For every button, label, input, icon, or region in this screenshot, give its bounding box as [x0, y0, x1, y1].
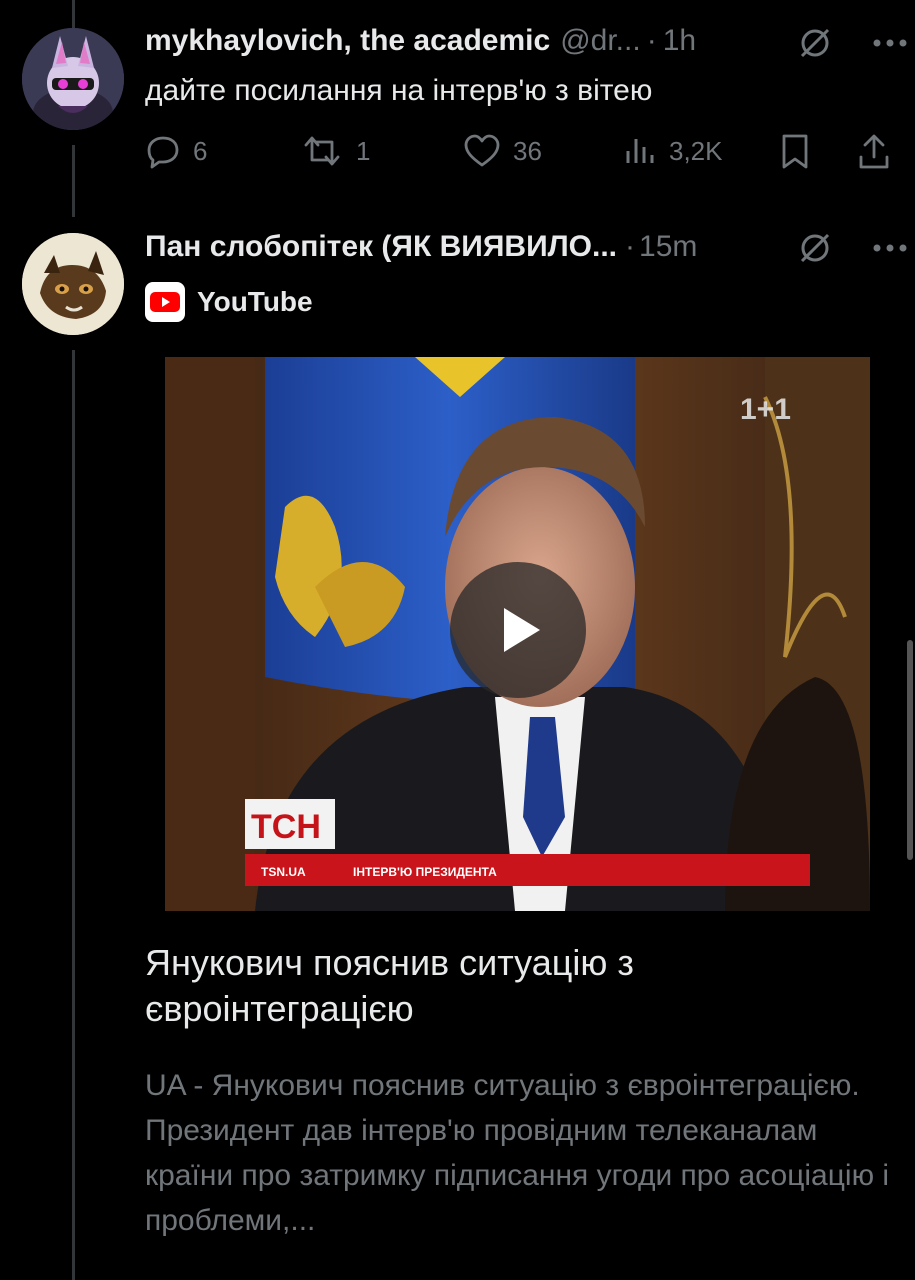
video-thumbnail[interactable]: 1+1 ТСН TSN.UA ІНТЕРВ'Ю ПРЕЗИДЕНТА — [165, 357, 870, 911]
play-button[interactable] — [450, 562, 586, 698]
avatar[interactable] — [22, 28, 124, 130]
reply-count: 6 — [193, 135, 208, 166]
ticker-site: TSN.UA — [261, 865, 306, 879]
like-count: 36 — [513, 135, 542, 166]
reply-icon — [147, 136, 179, 169]
channel-logo: 1+1 — [740, 393, 791, 426]
author-name[interactable]: mykhaylovich, the academic — [145, 24, 550, 58]
share-icon — [859, 134, 889, 169]
timestamp[interactable]: 1h — [663, 24, 696, 58]
tweet1-actions: 6 1 36 3,2K — [145, 133, 890, 173]
more-icon[interactable] — [872, 38, 908, 48]
play-icon — [504, 608, 540, 652]
grok-icon[interactable] — [798, 26, 832, 60]
scrollbar[interactable] — [907, 640, 913, 860]
tweet2-top-icons — [798, 231, 908, 265]
tsn-logo: ТСН — [251, 808, 321, 846]
youtube-source[interactable]: YouTube — [145, 282, 313, 322]
card-title[interactable]: Янукович пояснив ситуацію з євроінтеграц… — [145, 940, 875, 1032]
thread-line-2 — [72, 350, 75, 1280]
grok-icon[interactable] — [798, 231, 832, 265]
thread-line-1 — [72, 145, 75, 217]
tweet1-header: mykhaylovich, the academic @dr... · 1h — [145, 24, 696, 58]
views-button[interactable]: 3,2K — [623, 133, 723, 169]
heart-icon — [464, 134, 500, 167]
more-icon[interactable] — [872, 243, 908, 253]
repost-button[interactable]: 1 — [300, 133, 370, 169]
thread-line-top — [72, 0, 75, 28]
author-name[interactable]: Пан слобопітек (ЯК ВИЯВИЛО... — [145, 230, 617, 264]
tweet1-text: дайте посилання на інтерв'ю з вітею — [145, 74, 653, 107]
views-icon — [626, 139, 654, 163]
share-button[interactable] — [857, 133, 891, 171]
avatar[interactable] — [22, 233, 124, 335]
bookmark-icon — [782, 134, 808, 169]
bookmark-button[interactable] — [780, 133, 810, 171]
source-label: YouTube — [197, 286, 313, 317]
ticker-text: ІНТЕРВ'Ю ПРЕЗИДЕНТА — [353, 865, 497, 879]
separator-dot: · — [646, 24, 657, 57]
repost-count: 1 — [356, 135, 371, 166]
card-description: UA - Янукович пояснив ситуацію з євроінт… — [145, 1069, 890, 1237]
youtube-icon — [145, 282, 185, 322]
timestamp[interactable]: 15m — [639, 230, 697, 264]
tweet2-header: Пан слобопітек (ЯК ВИЯВИЛО... · 15m — [145, 230, 697, 264]
repost-icon — [304, 136, 340, 166]
reply-button[interactable]: 6 — [145, 133, 207, 169]
views-count: 3,2K — [669, 135, 723, 166]
like-button[interactable]: 36 — [463, 133, 542, 169]
tweet1-top-icons — [798, 26, 908, 60]
separator-dot: · — [625, 230, 636, 263]
author-handle[interactable]: @dr... — [560, 24, 640, 58]
